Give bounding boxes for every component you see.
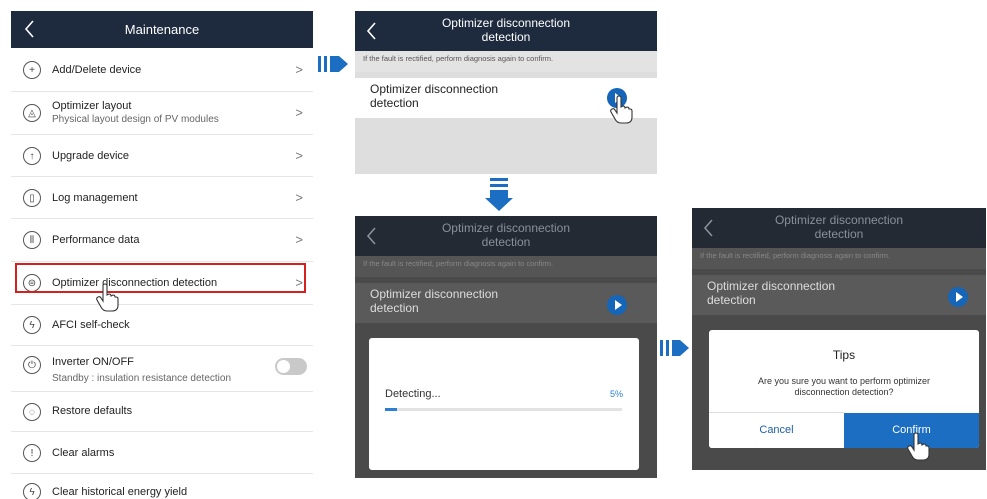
detection-label-line-2: detection xyxy=(370,96,419,110)
detection-header: Optimizer disconnection detection xyxy=(692,208,986,248)
detection-label: Optimizer disconnection detection xyxy=(370,82,498,110)
title-line-2: detection xyxy=(481,235,531,249)
hint-text: If the fault is rectified, perform diagn… xyxy=(355,256,657,277)
arrow-down-icon xyxy=(485,178,513,211)
menu-item-add-delete-device[interactable]: + Add/Delete device > xyxy=(11,48,313,92)
arrow-right-icon xyxy=(660,340,689,356)
menu-item-clear-alarms[interactable]: ! Clear alarms xyxy=(11,432,313,474)
progress-label: Detecting... xyxy=(385,388,441,400)
chevron-right-icon: > xyxy=(295,105,303,120)
detection-header: Optimizer disconnection detection xyxy=(355,216,657,256)
pointer-hand-icon xyxy=(907,432,930,461)
detection-screen: Optimizer disconnection detection If the… xyxy=(355,11,657,174)
afci-icon: ϟ xyxy=(23,316,41,334)
pointer-hand-icon xyxy=(610,95,633,124)
detection-row: Optimizer disconnection detection xyxy=(355,283,657,323)
menu-item-log-management[interactable]: ▯ Log management > xyxy=(11,177,313,219)
highlight-box xyxy=(15,263,306,293)
page-title: Optimizer disconnection detection xyxy=(742,213,936,241)
detecting-screen: Optimizer disconnection detection If the… xyxy=(355,216,657,478)
energy-icon: ϟ xyxy=(23,483,41,499)
menu-item-label: Log management xyxy=(52,192,138,204)
tips-dialog: Tips Are you sure you want to perform op… xyxy=(709,330,979,448)
page-title: Optimizer disconnection detection xyxy=(405,221,607,249)
page-title: Maintenance xyxy=(124,22,200,37)
progress-percent: 5% xyxy=(609,389,623,399)
performance-icon: ⦀ xyxy=(23,231,41,249)
title-line-2: detection xyxy=(814,227,864,241)
title-line-2: detection xyxy=(481,30,531,44)
plus-circle-icon: + xyxy=(23,61,41,79)
maintenance-header: Maintenance xyxy=(11,11,313,48)
start-detection-button[interactable] xyxy=(607,295,627,315)
detection-row: Optimizer disconnection detection xyxy=(692,275,986,315)
menu-item-afci-self-check[interactable]: ϟ AFCI self-check xyxy=(11,305,313,346)
detection-label: Optimizer disconnection detection xyxy=(707,279,835,307)
menu-item-label: Performance data xyxy=(52,234,140,246)
progress-track xyxy=(385,408,622,411)
menu-item-clear-historical-energy-yield[interactable]: ϟ Clear historical energy yield xyxy=(11,474,313,499)
back-arrow-icon[interactable] xyxy=(363,17,381,45)
menu-item-label: Upgrade device xyxy=(52,150,130,162)
detection-label-line-2: detection xyxy=(707,293,756,307)
start-detection-button[interactable] xyxy=(948,287,968,307)
progress-dialog: Detecting... 5% xyxy=(369,338,639,470)
pointer-hand-icon xyxy=(96,283,119,312)
detection-label-line-1: Optimizer disconnection xyxy=(707,279,836,293)
menu-item-upgrade-device[interactable]: ↑ Upgrade device > xyxy=(11,135,313,177)
title-line-1: Optimizer disconnection xyxy=(774,213,904,227)
menu-item-subtitle: Physical layout design of PV modules xyxy=(52,114,219,125)
page-title: Optimizer disconnection detection xyxy=(405,16,607,44)
alarm-icon: ! xyxy=(23,444,41,462)
dialog-title: Tips xyxy=(832,348,856,362)
title-line-1: Optimizer disconnection xyxy=(441,16,571,30)
maintenance-screen: Maintenance + Add/Delete device > ◬ Opti… xyxy=(11,11,313,499)
chevron-right-icon: > xyxy=(295,232,303,247)
confirm-screen: Optimizer disconnection detection If the… xyxy=(692,208,986,470)
log-icon: ▯ xyxy=(23,189,41,207)
detection-label-line-1: Optimizer disconnection xyxy=(370,82,499,96)
cancel-button[interactable]: Cancel xyxy=(709,412,844,448)
back-arrow-icon[interactable] xyxy=(363,222,381,250)
title-line-1: Optimizer disconnection xyxy=(441,221,571,235)
back-arrow-icon[interactable] xyxy=(700,214,718,242)
menu-item-label: Clear historical energy yield xyxy=(52,486,188,498)
chevron-right-icon: > xyxy=(295,190,303,205)
chevron-right-icon: > xyxy=(295,148,303,163)
arrow-right-icon xyxy=(318,56,348,72)
toggle-knob xyxy=(277,360,290,373)
restore-icon: ◌ xyxy=(23,403,41,421)
menu-item-label: Optimizer layout xyxy=(52,100,132,112)
detection-label-line-1: Optimizer disconnection xyxy=(370,287,499,301)
hint-text: If the fault is rectified, perform diagn… xyxy=(355,51,657,72)
menu-item-label: Inverter ON/OFF xyxy=(52,356,134,368)
detection-header: Optimizer disconnection detection xyxy=(355,11,657,51)
detection-label-line-2: detection xyxy=(370,301,419,315)
chevron-right-icon: > xyxy=(295,62,303,77)
layout-icon: ◬ xyxy=(23,104,41,122)
menu-item-restore-defaults[interactable]: ◌ Restore defaults xyxy=(11,392,313,432)
menu-item-label: AFCI self-check xyxy=(52,319,130,331)
upgrade-icon: ↑ xyxy=(23,147,41,165)
inverter-toggle[interactable] xyxy=(275,358,307,375)
dialog-message: Are you sure you want to perform optimiz… xyxy=(757,376,931,397)
menu-item-label: Clear alarms xyxy=(52,447,115,459)
power-icon: ⏻ xyxy=(23,356,41,374)
hint-text: If the fault is rectified, perform diagn… xyxy=(692,248,986,269)
menu-item-optimizer-layout[interactable]: ◬ Optimizer layout Physical layout desig… xyxy=(11,92,313,135)
menu-item-label: Restore defaults xyxy=(52,405,133,417)
progress-fill xyxy=(385,408,397,411)
menu-item-label: Add/Delete device xyxy=(52,64,142,76)
menu-item-inverter-on-off[interactable]: ⏻ Inverter ON/OFF Standby : insulation r… xyxy=(11,346,313,392)
menu-item-performance-data[interactable]: ⦀ Performance data > xyxy=(11,219,313,262)
menu-item-subtitle: Standby : insulation resistance detectio… xyxy=(52,373,231,384)
detection-label: Optimizer disconnection detection xyxy=(370,287,498,315)
